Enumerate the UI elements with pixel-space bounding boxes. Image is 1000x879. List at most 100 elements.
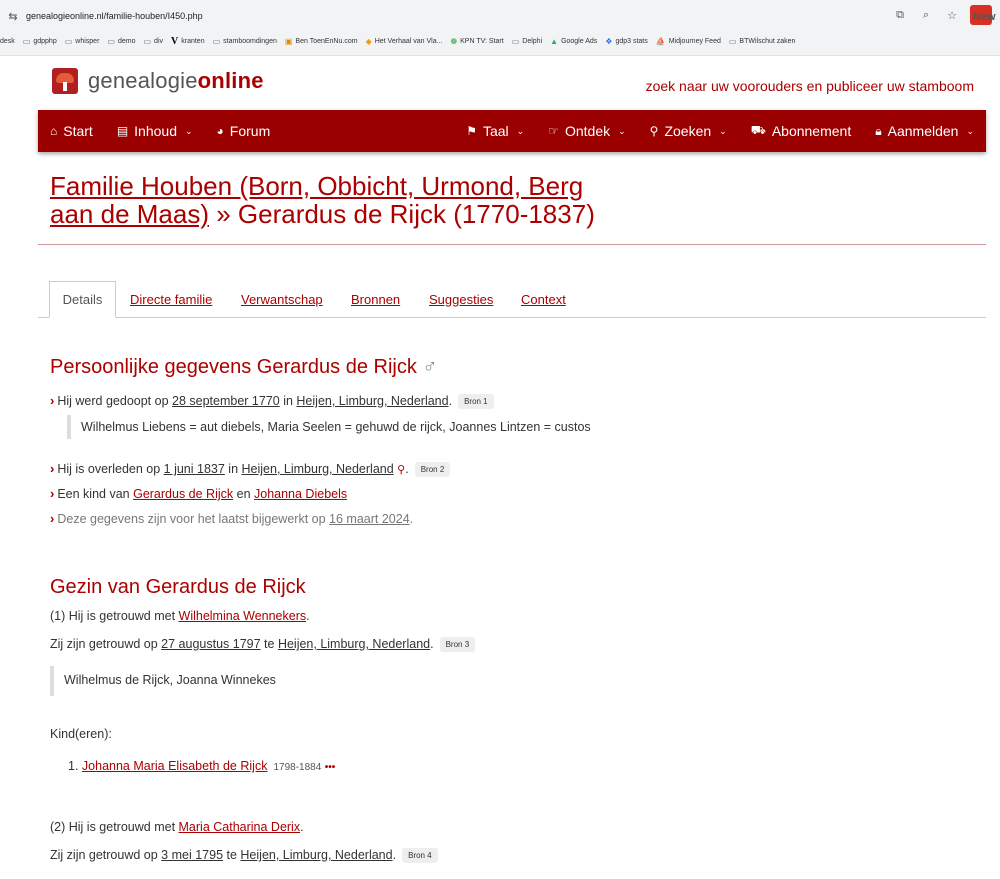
death-place-link[interactable]: Heijen, Limburg, Nederland — [242, 462, 394, 476]
tab-bronnen[interactable]: Bronnen — [351, 292, 400, 307]
address-bar[interactable]: ⇆ genealogieonline.nl/familie-houben/I45… — [0, 4, 1000, 28]
chevron-down-icon: ⌄ — [618, 125, 626, 136]
bookmark[interactable]: ▲ Google Ads — [550, 37, 597, 46]
tab-context[interactable]: Context — [521, 292, 566, 307]
updated-date-link[interactable]: 16 maart 2024 — [329, 512, 410, 526]
tab-details[interactable]: Details — [49, 281, 116, 318]
bookmark-label: Ben ToenEnNu.com — [295, 37, 358, 45]
baptism-date-link[interactable]: 28 september 1770 — [172, 394, 280, 408]
bookmark[interactable]: Vkranten — [171, 36, 205, 47]
death-date-link[interactable]: 1 juni 1837 — [164, 462, 225, 476]
text: in — [279, 394, 297, 408]
spouse2-link[interactable]: Maria Catharina Derix — [179, 820, 301, 834]
lock-icon: 🔒︎ — [875, 123, 882, 138]
nav-zoeken[interactable]: ⚲ Zoeken ⌄ — [638, 110, 739, 152]
bookmark-star-icon[interactable]: ☆ — [944, 9, 960, 22]
bookmark[interactable]: ⛵ Midjourney Feed — [656, 37, 721, 46]
tree-logo-icon — [52, 68, 78, 94]
site-header: genealogieonline zoek naar uw voorouders… — [0, 56, 1000, 110]
text: te — [223, 848, 241, 862]
logo-text: genealogieonline — [88, 68, 264, 94]
marriage1-place-link[interactable]: Heijen, Limburg, Nederland — [278, 637, 430, 651]
nav-label: Forum — [229, 123, 271, 139]
text: Hij is overleden op — [57, 462, 164, 476]
marriage2-place-link[interactable]: Heijen, Limburg, Nederland — [240, 848, 392, 862]
father-link[interactable]: Gerardus de Rijck — [133, 487, 233, 501]
child-link[interactable]: Johanna Maria Elisabeth de Rijck — [82, 759, 268, 773]
text: Hij werd gedoopt op — [57, 394, 172, 408]
site-icon: ▣ — [284, 36, 293, 46]
bookmark-label: stamboomdingen — [223, 37, 277, 45]
nav-forum[interactable]: ◕ Forum — [205, 110, 283, 152]
updated-line: › Deze gegevens zijn voor het laatst bijg… — [50, 511, 413, 526]
tab-suggesties[interactable]: Suggesties — [429, 292, 493, 307]
nav-label: Aanmelden — [887, 123, 959, 139]
text: . — [409, 512, 414, 526]
parents-line: › Een kind van Gerardus de Rijck en Johan… — [50, 486, 347, 501]
book-icon: ▤ — [116, 124, 129, 138]
tab-directe-familie[interactable]: Directe familie — [130, 292, 212, 307]
source-badge[interactable]: Bron 1 — [458, 394, 494, 410]
text: . — [306, 609, 310, 623]
mother-link[interactable]: Johanna Diebels — [254, 487, 347, 501]
source-badge[interactable]: Bron 2 — [414, 462, 451, 478]
text: Zij zijn getrouwd op — [50, 637, 162, 651]
bookmark-label: whisper — [75, 37, 100, 45]
bookmark[interactable]: ▭ whisper — [65, 37, 100, 46]
bookmark[interactable]: ▭ demo — [107, 37, 135, 46]
source-badge[interactable]: Bron 3 — [439, 637, 476, 653]
midjourney-icon: ⛵ — [655, 36, 666, 46]
text: . — [430, 637, 434, 651]
bookmark[interactable]: ❁ KPN TV: Start — [450, 37, 503, 46]
bookmark[interactable]: ▭ stamboomdingen — [213, 37, 277, 46]
nav-label: Start — [63, 123, 93, 139]
text: (1) Hij is getrouwd met — [50, 609, 179, 623]
pointer-icon: ☞ — [548, 124, 559, 138]
logo-text-bold: online — [197, 68, 264, 93]
marriage1-date-link[interactable]: 27 augustus 1797 — [161, 637, 260, 651]
folder-icon: ▭ — [107, 36, 115, 46]
bookmark[interactable]: ▭ BTWilschut zaken — [729, 37, 796, 46]
bookmark[interactable]: desk — [0, 38, 15, 45]
baptism-place-link[interactable]: Heijen, Limburg, Nederland — [296, 394, 448, 408]
list-number: 1. — [68, 759, 79, 773]
nav-aanmelden[interactable]: 🔒︎ Aanmelden ⌄ — [863, 110, 986, 152]
nav-label: Zoeken — [664, 123, 712, 139]
death-line: › Hij is overleden op 1 juni 1837 in Heij… — [50, 461, 451, 478]
bookmark[interactable]: ▭ Delphi — [512, 37, 542, 46]
nav-abonnement[interactable]: ⛟ Abonnement — [739, 110, 864, 152]
bookmark[interactable]: ▭ div — [143, 37, 163, 46]
bookmark-label: Google Ads — [561, 37, 598, 45]
bookmark-label: div — [154, 37, 163, 45]
bookmark[interactable]: ◆ Het Verhaal van Vla... — [366, 37, 443, 46]
nav-start[interactable]: ⌂ Start — [38, 110, 105, 152]
chevron-right-icon: › — [50, 393, 55, 408]
nav-label: Taal — [482, 123, 509, 139]
more-icon[interactable]: ••• — [325, 762, 336, 773]
extension-icon[interactable]: New — [970, 5, 996, 25]
chevron-down-icon: ⌄ — [719, 125, 727, 136]
site-settings-icon[interactable]: ⇆ — [0, 10, 26, 23]
nav-taal[interactable]: ⚑ Taal ⌄ — [454, 110, 536, 152]
kpn-icon: ❁ — [450, 36, 458, 46]
nav-inhoud[interactable]: ▤ Inhoud ⌄ — [105, 110, 205, 152]
bookmark-label: Delphi — [522, 37, 543, 45]
marriage1-line: (1) Hij is getrouwd met Wilhelmina Wenne… — [50, 609, 310, 623]
marriage2-date-link[interactable]: 3 mei 1795 — [161, 848, 223, 862]
install-app-icon[interactable]: ⧉ — [892, 9, 908, 22]
male-icon: ♂ — [422, 356, 438, 378]
nav-ontdek[interactable]: ☞ Ontdek ⌄ — [536, 110, 637, 152]
source-badge[interactable]: Bron 4 — [402, 848, 438, 864]
site-logo[interactable]: genealogieonline — [52, 68, 264, 94]
text: te — [260, 637, 278, 651]
bookmark-label: desk — [0, 37, 15, 45]
zoom-icon[interactable]: ⌕ — [918, 9, 934, 22]
folder-icon: ▭ — [511, 36, 520, 46]
bookmark[interactable]: ▭ gdpphp — [23, 37, 57, 46]
tab-verwantschap[interactable]: Verwantschap — [241, 292, 323, 307]
spouse1-link[interactable]: Wilhelmina Wennekers — [179, 609, 307, 623]
bookmark[interactable]: ❖ gdp3 stats — [605, 37, 647, 46]
bookmark[interactable]: ▣ Ben ToenEnNu.com — [285, 37, 358, 46]
url-text[interactable]: genealogieonline.nl/familie-houben/I450.… — [26, 11, 203, 21]
baptism-line: › Hij werd gedoopt op 28 september 1770 i… — [50, 393, 494, 410]
